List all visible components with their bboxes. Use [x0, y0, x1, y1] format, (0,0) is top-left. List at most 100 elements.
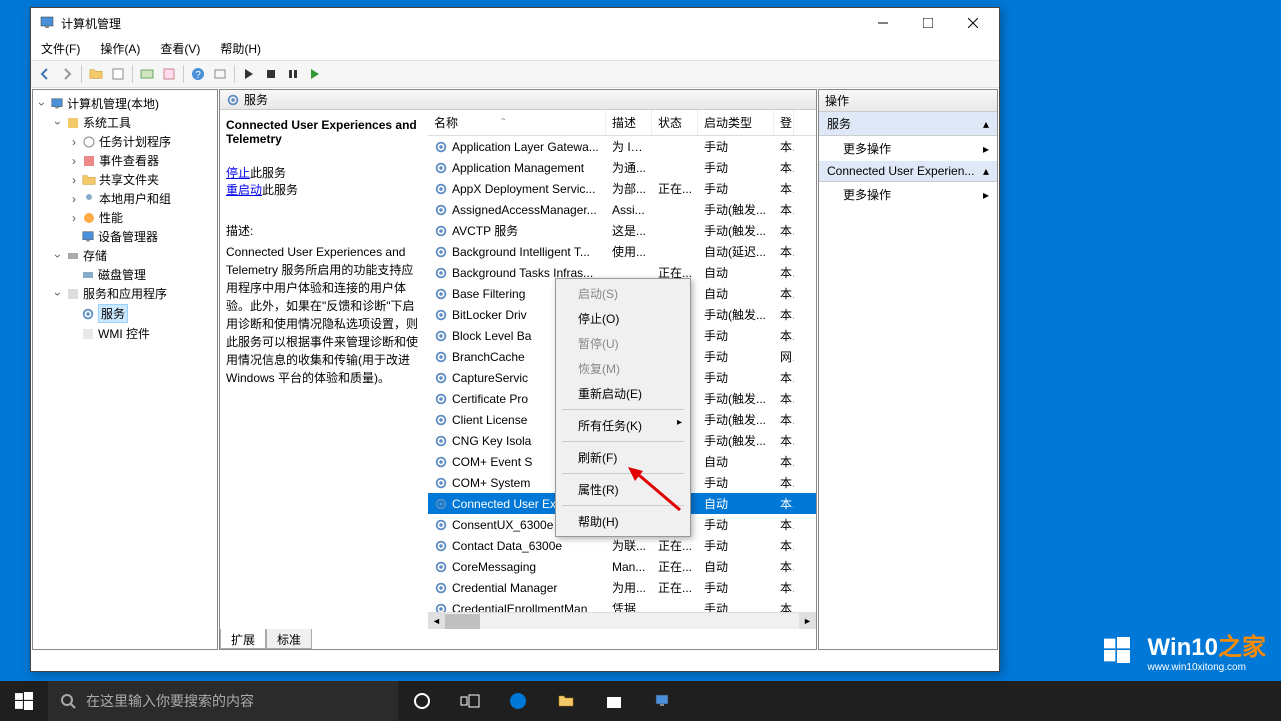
properties-button[interactable]: [108, 64, 128, 84]
ctx-all-tasks[interactable]: 所有任务(K): [558, 413, 688, 438]
tree-shared-folders[interactable]: 共享文件夹: [69, 170, 215, 189]
taskview-icon[interactable]: [446, 681, 494, 721]
detail-panel: Connected User Experiences and Telemetry…: [220, 110, 428, 629]
col-desc[interactable]: 描述: [606, 110, 652, 135]
refresh-button[interactable]: [137, 64, 157, 84]
list-header[interactable]: 名称 ˆ 描述 状态 启动类型 登: [428, 110, 816, 136]
edge-icon[interactable]: [494, 681, 542, 721]
table-row[interactable]: AssignedAccessManager...Assi...手动(触发...本: [428, 199, 816, 220]
horizontal-scrollbar[interactable]: ◄ ►: [428, 612, 816, 629]
scroll-left-button[interactable]: ◄: [428, 613, 445, 630]
maximize-button[interactable]: [905, 9, 950, 37]
stop-link[interactable]: 停止: [226, 166, 250, 180]
computer-management-window: 计算机管理 文件(F) 操作(A) 查看(V) 帮助(H) ? 计算机: [30, 7, 1000, 672]
cortana-icon[interactable]: [398, 681, 446, 721]
stop-button[interactable]: [261, 64, 281, 84]
ctx-start: 启动(S): [558, 281, 688, 306]
scroll-right-button[interactable]: ►: [799, 613, 816, 630]
table-row[interactable]: Credential Manager为用...正在...手动本: [428, 577, 816, 598]
back-button[interactable]: [35, 64, 55, 84]
forward-button[interactable]: [57, 64, 77, 84]
store-icon[interactable]: [590, 681, 638, 721]
start-button[interactable]: [0, 681, 48, 721]
table-row[interactable]: AVCTP 服务这是...手动(触发...本: [428, 220, 816, 241]
tree-system-tools[interactable]: 系统工具: [53, 113, 215, 132]
actions-group-services[interactable]: 服务▴: [819, 112, 997, 136]
tree-services-apps[interactable]: 服务和应用程序: [53, 284, 215, 303]
submenu-arrow-icon: ▸: [983, 142, 989, 156]
table-row[interactable]: Background Intelligent T...使用...自动(延迟...…: [428, 241, 816, 262]
restart-button[interactable]: [305, 64, 325, 84]
col-logon[interactable]: 登: [774, 110, 794, 135]
ctx-stop[interactable]: 停止(O): [558, 306, 688, 331]
collapse-icon: ▴: [983, 117, 989, 131]
tree-wmi-control[interactable]: WMI 控件: [69, 324, 215, 343]
ctx-resume: 恢复(M): [558, 356, 688, 381]
table-row[interactable]: Application Layer Gatewa...为 In...手动本: [428, 136, 816, 157]
help-button[interactable]: ?: [188, 64, 208, 84]
submenu-arrow-icon: ▸: [983, 188, 989, 202]
tab-extended[interactable]: 扩展: [220, 629, 266, 649]
view-button[interactable]: [210, 64, 230, 84]
pause-button[interactable]: [283, 64, 303, 84]
col-name[interactable]: 名称 ˆ: [428, 110, 606, 135]
running-app-icon[interactable]: [638, 681, 686, 721]
actions-more-1[interactable]: 更多操作▸: [819, 136, 997, 161]
service-title: Connected User Experiences and Telemetry: [226, 118, 422, 146]
tree-device-manager[interactable]: 设备管理器: [69, 227, 215, 246]
menu-help[interactable]: 帮助(H): [216, 38, 265, 60]
minimize-button[interactable]: [860, 9, 905, 37]
tree-root[interactable]: 计算机管理(本地): [37, 94, 215, 113]
window-title: 计算机管理: [61, 15, 860, 32]
navigation-tree[interactable]: 计算机管理(本地) 系统工具 任务计划程序 事件查看器 共享文件夹 本地用户和组…: [32, 89, 218, 650]
actions-panel: 操作 服务▴ 更多操作▸ Connected User Experien...▴…: [818, 89, 998, 650]
tree-local-users[interactable]: 本地用户和组: [69, 189, 215, 208]
close-button[interactable]: [950, 9, 995, 37]
actions-group-selected[interactable]: Connected User Experien...▴: [819, 161, 997, 182]
ctx-refresh[interactable]: 刷新(F): [558, 445, 688, 470]
table-row[interactable]: Application Management为通...手动本: [428, 157, 816, 178]
col-startup[interactable]: 启动类型: [698, 110, 774, 135]
menu-file[interactable]: 文件(F): [37, 38, 84, 60]
explorer-icon[interactable]: [542, 681, 590, 721]
search-box[interactable]: 在这里输入你要搜索的内容: [48, 681, 398, 721]
ctx-restart[interactable]: 重新启动(E): [558, 381, 688, 406]
description-label: 描述:: [226, 222, 422, 239]
restart-link[interactable]: 重启动: [226, 183, 262, 197]
table-row[interactable]: AppX Deployment Servic...为部...正在...手动本: [428, 178, 816, 199]
titlebar[interactable]: 计算机管理: [31, 8, 999, 38]
col-status[interactable]: 状态: [652, 110, 698, 135]
watermark: Win10之家 www.win10xitong.com: [1094, 627, 1266, 673]
toolbar: ?: [31, 60, 999, 88]
menu-action[interactable]: 操作(A): [96, 38, 144, 60]
app-icon: [39, 15, 55, 31]
tree-performance[interactable]: 性能: [69, 208, 215, 227]
table-row[interactable]: CoreMessagingMan...正在...自动本: [428, 556, 816, 577]
tree-event-viewer[interactable]: 事件查看器: [69, 151, 215, 170]
watermark-logo-icon: [1094, 627, 1140, 673]
table-row[interactable]: CredentialEnrollmentMan凭据手动本: [428, 598, 816, 612]
search-placeholder: 在这里输入你要搜索的内容: [86, 691, 254, 711]
view-tabs: 扩展 标准: [220, 629, 816, 649]
scroll-thumb[interactable]: [445, 614, 480, 629]
services-header: 服务: [220, 90, 816, 110]
description-text: Connected User Experiences and Telemetry…: [226, 243, 422, 387]
table-row[interactable]: Contact Data_6300e为联...正在...手动本: [428, 535, 816, 556]
tree-services[interactable]: 服务: [69, 303, 215, 324]
collapse-icon: ▴: [983, 164, 989, 178]
actions-header: 操作: [819, 90, 997, 112]
tree-storage[interactable]: 存储: [53, 246, 215, 265]
statusbar: [31, 651, 999, 671]
menu-view[interactable]: 查看(V): [156, 38, 204, 60]
ctx-help[interactable]: 帮助(H): [558, 509, 688, 534]
ctx-properties[interactable]: 属性(R): [558, 477, 688, 502]
ctx-pause: 暂停(U): [558, 331, 688, 356]
tab-standard[interactable]: 标准: [266, 629, 312, 649]
taskbar[interactable]: 在这里输入你要搜索的内容: [0, 681, 1281, 721]
play-button[interactable]: [239, 64, 259, 84]
actions-more-2[interactable]: 更多操作▸: [819, 182, 997, 207]
tree-task-scheduler[interactable]: 任务计划程序: [69, 132, 215, 151]
up-button[interactable]: [86, 64, 106, 84]
tree-disk-management[interactable]: 磁盘管理: [69, 265, 215, 284]
export-button[interactable]: [159, 64, 179, 84]
